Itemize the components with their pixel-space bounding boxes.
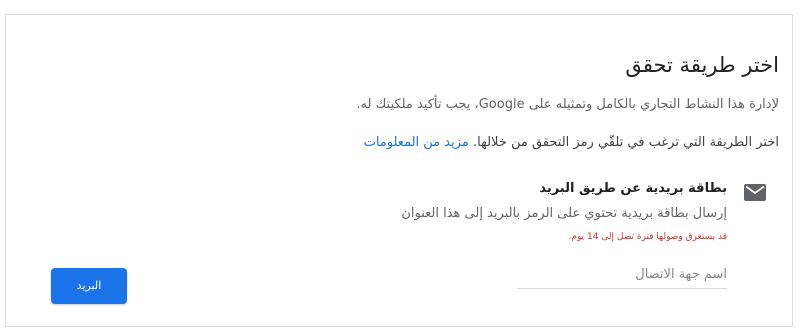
- verification-card: اختر طريقة تحقق لإدارة هذا النشاط التجار…: [5, 14, 793, 327]
- mail-icon: [744, 184, 766, 201]
- method-delivery-note: قد يستغرق وصولها فترة تصل إلى 14 يوم.: [568, 232, 727, 242]
- page-title: اختر طريقة تحقق: [625, 53, 779, 77]
- contact-name-input[interactable]: اسم جهة الاتصال: [517, 262, 727, 289]
- learn-more-link[interactable]: مزيد من المعلومات: [364, 135, 469, 150]
- method-title: بطاقة بريدية عن طريق البريد: [539, 181, 727, 196]
- mail-button[interactable]: البريد: [51, 268, 127, 304]
- intro-text: لإدارة هذا النشاط التجاري بالكامل وتمثيل…: [356, 97, 779, 112]
- choose-method-text: اختر الطريقة التي ترغب في تلقّي رمز التح…: [364, 133, 779, 153]
- method-description: إرسال بطاقة بريدية تحتوي على الرمز بالبر…: [401, 206, 727, 221]
- choose-method-label: اختر الطريقة التي ترغب في تلقّي رمز التح…: [473, 135, 779, 150]
